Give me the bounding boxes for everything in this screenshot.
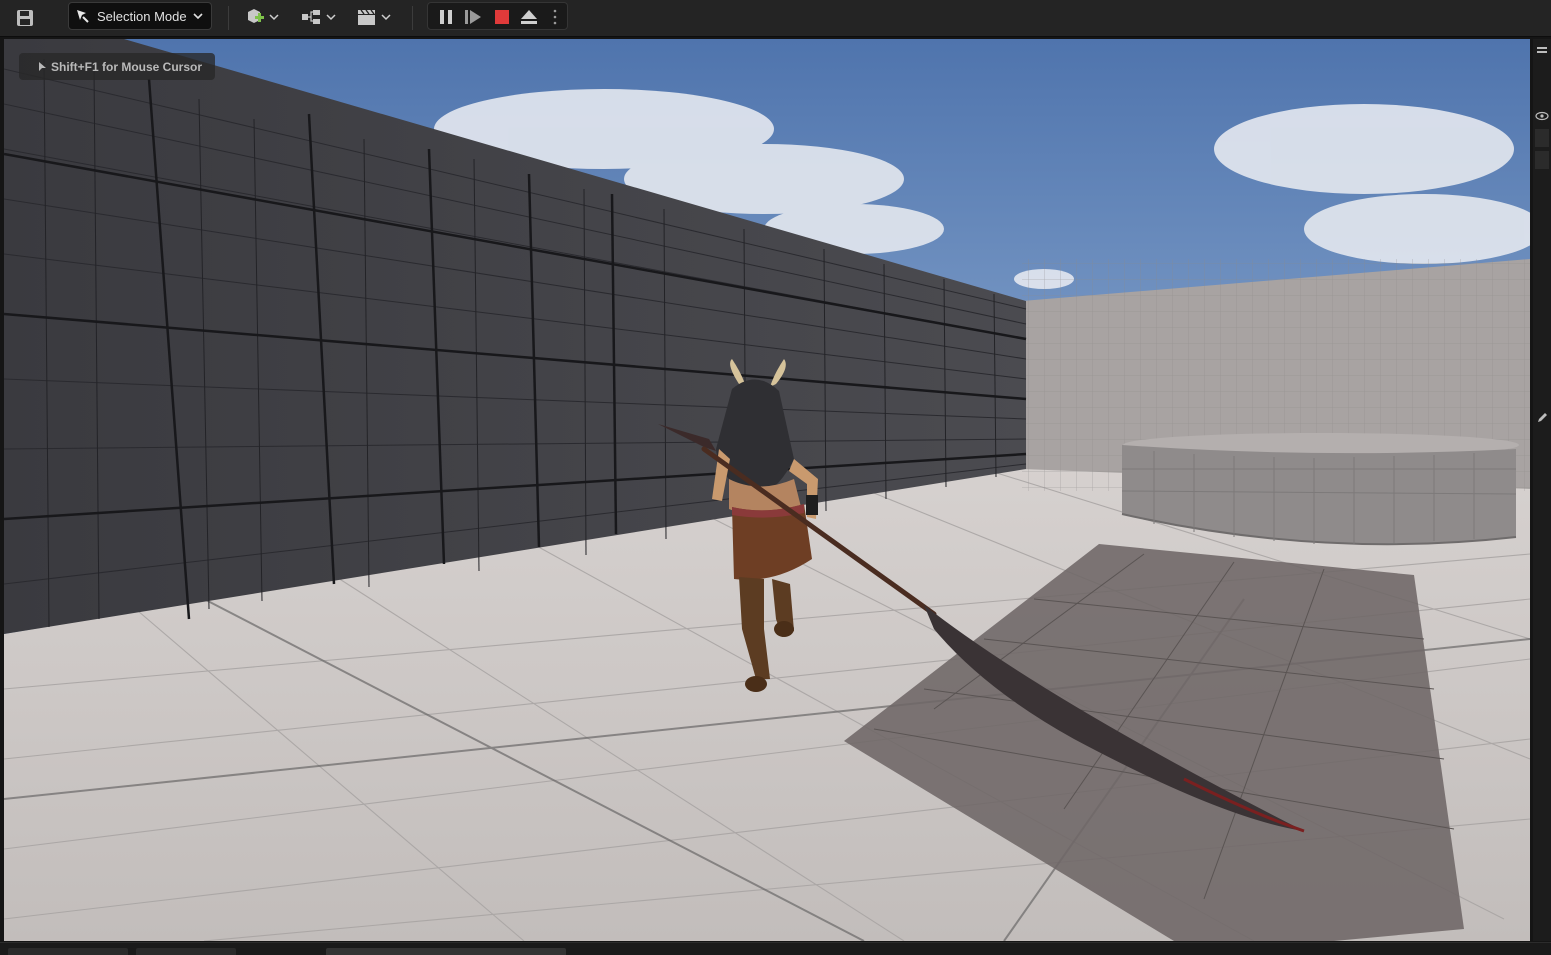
cinematics-button[interactable] [354, 4, 394, 30]
pencil-icon [1538, 413, 1547, 422]
main-toolbar: Selection Mode [0, 0, 1551, 37]
selection-mode-dropdown[interactable]: Selection Mode [68, 2, 212, 30]
eject-button[interactable] [519, 7, 539, 27]
bottom-status-bar [0, 942, 1551, 955]
blueprint-icon [302, 10, 336, 24]
save-icon [17, 10, 33, 26]
clapperboard-icon [358, 9, 391, 25]
frame-skip-button[interactable] [463, 7, 483, 27]
add-actor-button[interactable] [242, 4, 282, 30]
edit-button[interactable] [1535, 411, 1549, 423]
panel-menu-button[interactable] [1535, 45, 1549, 57]
blueprint-button[interactable] [298, 4, 338, 30]
selection-mode-label: Selection Mode [97, 8, 187, 24]
save-button[interactable] [12, 6, 38, 30]
cursor-icon [39, 62, 46, 71]
panel-slot[interactable] [1535, 129, 1549, 147]
eject-icon [521, 10, 537, 24]
panel-slot[interactable] [1535, 151, 1549, 169]
play-controls [427, 2, 568, 30]
toolbar-divider [228, 6, 229, 30]
chevron-down-icon [193, 13, 203, 20]
more-options-button[interactable] [548, 7, 562, 27]
frame-skip-icon [465, 10, 481, 24]
more-vertical-icon [553, 9, 557, 25]
selection-mode-icon [77, 10, 89, 23]
pause-button[interactable] [436, 7, 456, 27]
menu-icon [1537, 47, 1547, 53]
viewport-scene [4, 39, 1530, 941]
stop-button[interactable] [492, 7, 512, 27]
toolbar-divider [412, 6, 413, 30]
add-actor-icon [248, 9, 279, 23]
eye-icon [1535, 111, 1549, 121]
mouse-cursor-hint: Shift+F1 for Mouse Cursor [19, 53, 215, 80]
hint-text: Shift+F1 for Mouse Cursor [51, 59, 203, 74]
stop-icon [495, 10, 509, 24]
level-viewport[interactable]: Shift+F1 for Mouse Cursor [4, 39, 1530, 941]
pause-icon [440, 10, 452, 24]
visibility-button[interactable] [1535, 109, 1549, 121]
right-side-panel [1533, 39, 1551, 941]
